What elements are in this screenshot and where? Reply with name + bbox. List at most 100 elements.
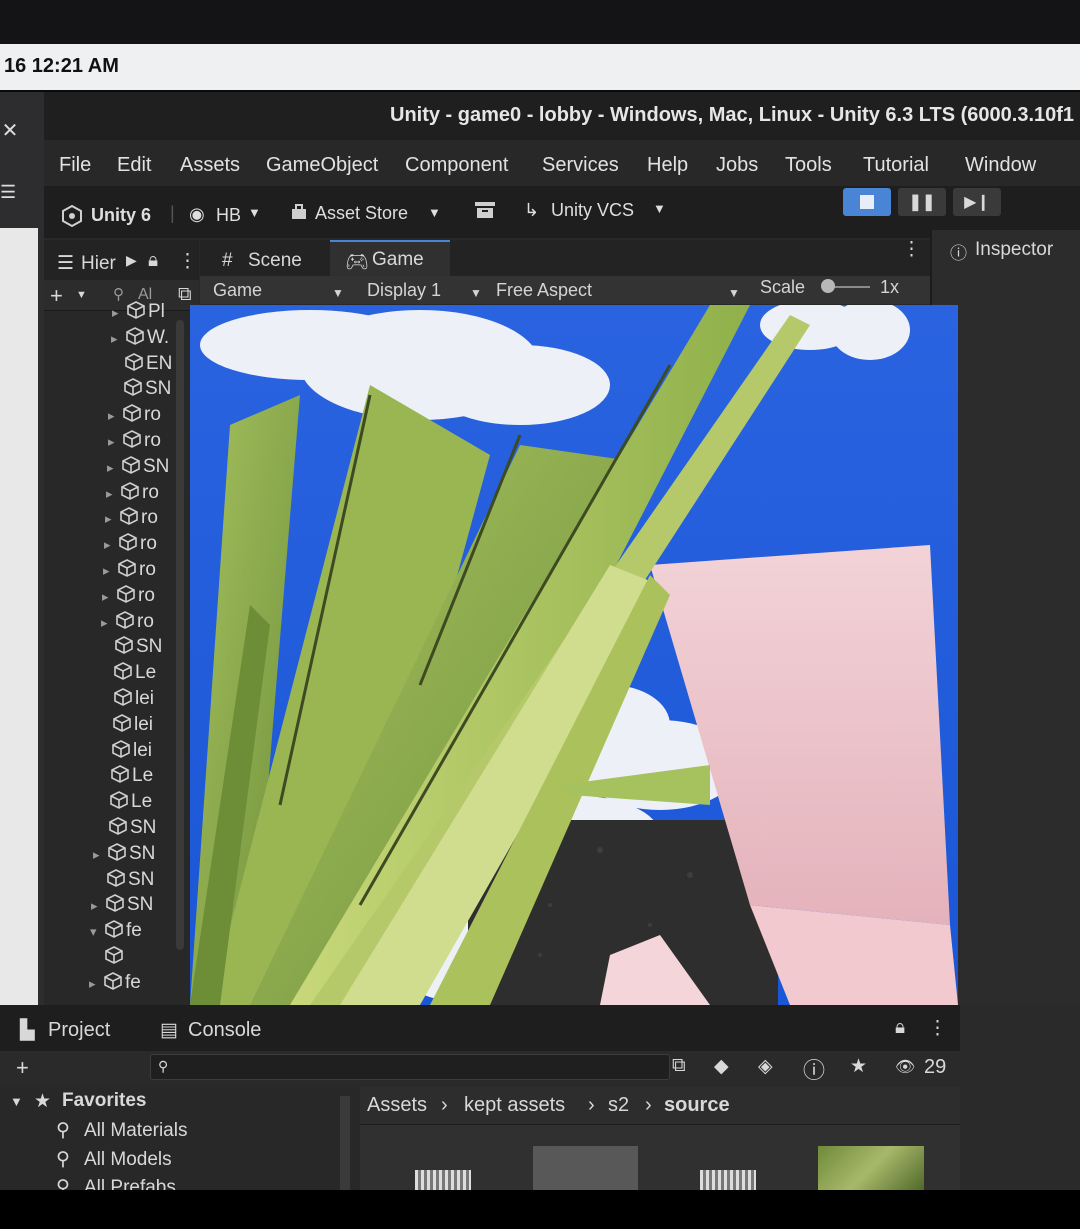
- aspect-dropdown[interactable]: Free Aspect: [496, 280, 592, 301]
- expand-arrow-icon[interactable]: ▾: [90, 924, 102, 940]
- hierarchy-row[interactable]: ▸ ro: [104, 532, 157, 558]
- more-options-icon[interactable]: ⋮: [902, 238, 921, 261]
- hierarchy-row[interactable]: SN: [92, 868, 154, 894]
- hierarchy-row[interactable]: ▸ ro: [108, 429, 161, 455]
- display-dropdown[interactable]: Display 1: [367, 280, 441, 301]
- hierarchy-row[interactable]: ▸ ro: [102, 584, 155, 610]
- menu-edit[interactable]: Edit: [117, 154, 151, 177]
- hierarchy-row[interactable]: ▸ W.: [111, 326, 169, 352]
- hamburger-menu-icon[interactable]: ☰: [0, 182, 16, 203]
- breadcrumb-s2[interactable]: s2: [608, 1094, 629, 1117]
- lock-icon[interactable]: 🔒︎: [148, 250, 158, 272]
- open-window-icon[interactable]: ⧉: [672, 1055, 686, 1077]
- hierarchy-row[interactable]: SN: [94, 816, 156, 842]
- account-icon[interactable]: ◉: [189, 204, 205, 225]
- project-search-input[interactable]: [150, 1054, 670, 1080]
- hierarchy-row[interactable]: EN: [110, 352, 172, 378]
- expand-arrow-icon[interactable]: ▸: [112, 305, 124, 321]
- expand-arrow-icon[interactable]: ▸: [111, 331, 123, 347]
- chevron-down-icon[interactable]: ▼: [428, 205, 441, 220]
- expand-arrow-icon[interactable]: ▸: [107, 460, 119, 476]
- hierarchy-row[interactable]: Le: [96, 764, 153, 790]
- menu-file[interactable]: File: [59, 154, 91, 177]
- chevron-right-icon[interactable]: ▶: [126, 252, 137, 269]
- asset-store-button[interactable]: Asset Store: [315, 203, 408, 224]
- more-options-icon[interactable]: ⋮: [928, 1017, 947, 1040]
- hierarchy-row[interactable]: ▸ ro: [105, 506, 158, 532]
- asset-thumbnail[interactable]: [533, 1146, 638, 1190]
- menu-gameobject[interactable]: GameObject: [266, 154, 378, 177]
- favorite-star-icon[interactable]: ★: [850, 1055, 867, 1078]
- menu-tools[interactable]: Tools: [785, 154, 832, 177]
- step-button[interactable]: ▶❙: [953, 188, 1001, 216]
- expand-arrow-icon[interactable]: ▸: [105, 511, 117, 527]
- hierarchy-row[interactable]: ▾ fe: [90, 919, 142, 945]
- chevron-down-icon[interactable]: ▼: [248, 205, 261, 220]
- close-icon[interactable]: ✕: [0, 118, 20, 143]
- tab-console[interactable]: Console: [188, 1019, 261, 1042]
- hierarchy-row[interactable]: Le: [99, 661, 156, 687]
- menu-services[interactable]: Services: [542, 154, 619, 177]
- chevron-down-icon[interactable]: ▼: [10, 1094, 23, 1109]
- unity-version-label[interactable]: Unity 6: [91, 205, 151, 226]
- hierarchy-row[interactable]: lei: [99, 687, 154, 713]
- game-mode-dropdown[interactable]: Game: [213, 280, 262, 301]
- more-options-icon[interactable]: ⋮: [178, 250, 197, 273]
- menu-assets[interactable]: Assets: [180, 154, 240, 177]
- breadcrumb-kept-assets[interactable]: kept assets: [464, 1094, 565, 1117]
- expand-arrow-icon[interactable]: ▸: [101, 615, 113, 631]
- add-icon[interactable]: +: [50, 283, 63, 309]
- chevron-down-icon[interactable]: ▼: [76, 289, 87, 301]
- tab-game[interactable]: Game: [372, 249, 424, 271]
- warning-icon[interactable]: ⓘ: [803, 1053, 825, 1085]
- breadcrumb-source[interactable]: source: [664, 1094, 730, 1117]
- chevron-down-icon[interactable]: ▼: [653, 201, 666, 216]
- hierarchy-row[interactable]: lei: [98, 713, 153, 739]
- expand-arrow-icon[interactable]: ▸: [103, 563, 115, 579]
- menu-window[interactable]: Window: [965, 154, 1036, 177]
- hidden-eye-icon[interactable]: 👁︎: [895, 1057, 915, 1077]
- account-button[interactable]: HB: [216, 205, 241, 226]
- favorite-all-materials[interactable]: All Materials: [84, 1120, 187, 1142]
- hierarchy-tab[interactable]: Hier: [81, 253, 116, 275]
- expand-arrow-icon[interactable]: ▸: [104, 537, 116, 553]
- hierarchy-row[interactable]: ▸ fe: [89, 971, 141, 997]
- hierarchy-row[interactable]: lei: [97, 739, 152, 765]
- hierarchy-row[interactable]: ▸ SN: [93, 842, 155, 868]
- expand-arrow-icon[interactable]: ▸: [108, 434, 120, 450]
- archive-icon[interactable]: [474, 200, 496, 225]
- play-button[interactable]: [843, 188, 891, 216]
- hierarchy-row[interactable]: ▸ ro: [103, 558, 156, 584]
- add-icon[interactable]: +: [16, 1055, 29, 1081]
- expand-arrow-icon[interactable]: ▸: [89, 976, 101, 992]
- hierarchy-row[interactable]: ▸ ro: [101, 610, 154, 636]
- menu-jobs[interactable]: Jobs: [716, 154, 758, 177]
- hierarchy-row[interactable]: ▸ SN: [107, 455, 169, 481]
- vcs-button[interactable]: Unity VCS: [551, 200, 634, 221]
- menu-tutorial[interactable]: Tutorial: [863, 154, 929, 177]
- game-viewport[interactable]: [190, 305, 958, 1005]
- hierarchy-row[interactable]: ▸ ro: [106, 481, 159, 507]
- menu-help[interactable]: Help: [647, 154, 688, 177]
- favorites-scrollbar[interactable]: [340, 1096, 350, 1190]
- favorite-all-models[interactable]: All Models: [84, 1149, 172, 1171]
- inspector-tab[interactable]: Inspector: [975, 239, 1053, 261]
- expand-arrow-icon[interactable]: ▸: [106, 486, 118, 502]
- expand-arrow-icon[interactable]: ▸: [108, 408, 120, 424]
- breadcrumb-assets[interactable]: Assets: [367, 1094, 427, 1117]
- chevron-down-icon[interactable]: ▼: [332, 286, 344, 300]
- filter-by-type-icon[interactable]: ◆: [714, 1055, 729, 1078]
- expand-arrow-icon[interactable]: ▸: [91, 898, 103, 914]
- label-icon[interactable]: ◈: [758, 1055, 773, 1078]
- hierarchy-row[interactable]: Le: [95, 790, 152, 816]
- pause-button[interactable]: ❚❚: [898, 188, 946, 216]
- hierarchy-row[interactable]: ▸ Pl: [112, 300, 165, 326]
- tab-scene[interactable]: Scene: [248, 250, 302, 272]
- expand-arrow-icon[interactable]: ▸: [102, 589, 114, 605]
- hierarchy-row[interactable]: SN: [109, 377, 171, 403]
- lock-icon[interactable]: 🔒︎: [895, 1017, 905, 1039]
- menu-component[interactable]: Component: [405, 154, 508, 177]
- asset-thumbnail[interactable]: [700, 1170, 756, 1190]
- hierarchy-row[interactable]: ▸ SN: [91, 893, 153, 919]
- scene-visibility-icon[interactable]: ⧉: [178, 284, 192, 306]
